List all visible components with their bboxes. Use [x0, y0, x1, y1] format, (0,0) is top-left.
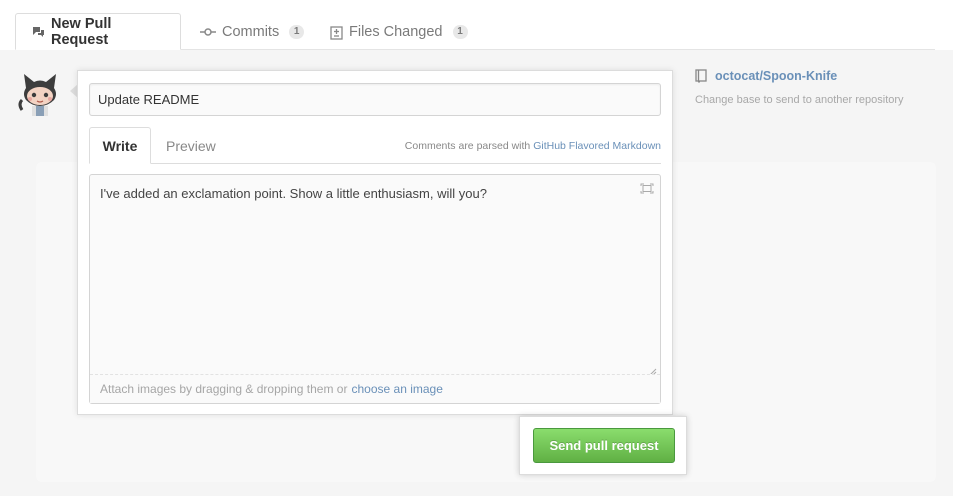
repo-icon	[695, 69, 707, 83]
tab-label: Files Changed	[349, 23, 443, 40]
resize-handle-icon[interactable]	[648, 364, 657, 377]
pull-request-icon	[32, 26, 45, 38]
avatar	[16, 70, 64, 118]
markdown-note: Comments are parsed with GitHub Flavored…	[405, 140, 661, 152]
title-input[interactable]	[89, 83, 661, 116]
tab-label: New Pull Request	[51, 15, 112, 48]
tab-preview[interactable]: Preview	[166, 127, 216, 164]
base-repo: octocat/Spoon-Knife	[695, 69, 837, 83]
send-button-highlight: Send pull request	[519, 416, 687, 475]
attach-images-bar[interactable]: Attach images by dragging & dropping the…	[90, 374, 660, 403]
choose-image-link[interactable]: choose an image	[351, 382, 442, 396]
repo-link[interactable]: octocat/Spoon-Knife	[715, 69, 837, 83]
tab-commits[interactable]: Commits 1	[184, 13, 320, 50]
tab-write[interactable]: Write	[89, 127, 151, 164]
attach-text: Attach images by dragging & dropping the…	[100, 382, 348, 396]
diff-icon	[330, 25, 343, 40]
comment-body-field[interactable]: I've added an exclamation point. Show a …	[90, 175, 660, 374]
tab-new-pull-request[interactable]: New Pull Request	[15, 13, 181, 50]
send-pull-request-button[interactable]: Send pull request	[533, 428, 675, 463]
markdown-note-text: Comments are parsed with	[404, 140, 531, 152]
octocat-icon	[18, 74, 56, 116]
tab-bar: New Pull Request Commits 1 Files Changed…	[0, 0, 953, 50]
commits-count-badge: 1	[289, 24, 305, 39]
comment-editor: I've added an exclamation point. Show a …	[89, 174, 661, 404]
markdown-help-link[interactable]: GitHub Flavored Markdown	[533, 140, 661, 152]
commit-icon	[200, 26, 216, 38]
tab-files-changed[interactable]: Files Changed 1	[314, 13, 484, 50]
files-count-badge: 1	[452, 24, 468, 39]
editor-tabs-divider	[89, 163, 661, 164]
fullscreen-icon[interactable]	[640, 181, 654, 194]
change-base-hint: Change base to send to another repositor…	[695, 94, 904, 106]
tab-label: Commits	[222, 23, 280, 40]
